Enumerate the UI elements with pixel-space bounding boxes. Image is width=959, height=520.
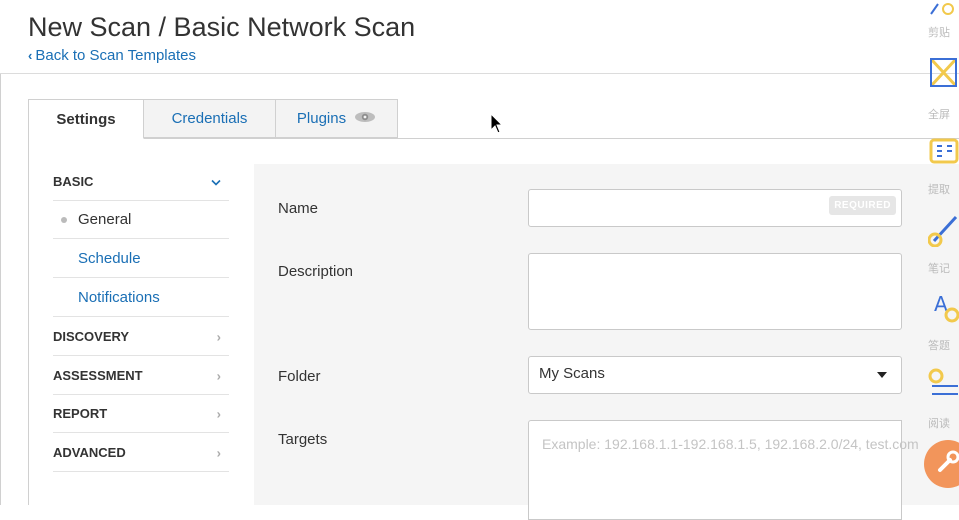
description-label: Description (278, 263, 354, 280)
sidebar-section-basic[interactable]: BASIC (53, 163, 229, 201)
toolbar-label: 剪贴 (928, 27, 950, 39)
folder-select-value: My Scans (539, 365, 605, 382)
tab-label: Credentials (171, 110, 248, 127)
content-left-border (0, 74, 1, 505)
tab-label: Plugins (296, 110, 347, 127)
name-label: Name (278, 200, 319, 217)
clip-icon[interactable] (928, 0, 959, 23)
sidebar-section-label: DISCOVERY (53, 329, 130, 344)
wrench-icon (934, 448, 959, 481)
bullet-icon (61, 216, 67, 223)
description-textarea[interactable] (528, 253, 902, 330)
reading-icon[interactable] (928, 366, 959, 405)
eye-icon (354, 110, 376, 127)
chevron-left-icon: ‹ (28, 48, 33, 63)
folder-select[interactable]: My Scans (528, 356, 902, 394)
chevron-right-icon: › (216, 406, 221, 421)
sidebar-item-label: Notifications (78, 289, 160, 306)
back-link-label: Back to Scan Templates (35, 47, 196, 64)
sidebar-section-assessment[interactable]: ASSESSMENT › (53, 357, 229, 395)
fullscreen-icon[interactable] (928, 56, 959, 95)
targets-label: Targets (278, 431, 328, 448)
page-title: New Scan / Basic Network Scan (28, 12, 416, 42)
folder-label: Folder (278, 368, 321, 385)
tab-plugins[interactable]: Plugins (275, 99, 398, 138)
name-input[interactable]: REQUIRED (528, 189, 902, 227)
sidebar-section-label: BASIC (53, 174, 94, 189)
targets-textarea[interactable]: Example: 192.168.1.1-192.168.1.5, 192.16… (528, 420, 919, 520)
toolbar-label: 答题 (928, 340, 950, 352)
toolbar-label: 提取 (928, 184, 950, 196)
mouse-cursor-icon (490, 112, 504, 140)
chevron-right-icon: › (216, 329, 221, 344)
toolbar-label: 阅读 (928, 418, 950, 430)
sidebar-section-advanced[interactable]: ADVANCED › (53, 434, 229, 472)
extract-text-icon[interactable] (928, 137, 959, 172)
header-divider (0, 73, 959, 74)
chevron-right-icon: › (216, 445, 221, 460)
panel-left-border (28, 138, 29, 505)
sidebar-section-label: ADVANCED (53, 445, 126, 460)
chevron-right-icon: › (216, 368, 221, 383)
toolbar-label: 笔记 (928, 263, 950, 275)
tab-credentials[interactable]: Credentials (143, 99, 276, 138)
tab-label: Settings (56, 110, 116, 128)
pencil-icon[interactable] (927, 213, 959, 252)
tab-settings[interactable]: Settings (28, 99, 144, 139)
required-badge: REQUIRED (829, 196, 896, 215)
sidebar-item-general[interactable]: General (53, 201, 229, 239)
sidebar-item-label: General (78, 211, 132, 228)
toolbar-label: 全屏 (928, 109, 950, 121)
targets-placeholder: Example: 192.168.1.1-192.168.1.5, 192.16… (542, 436, 919, 452)
answer-icon[interactable]: A (928, 289, 959, 328)
caret-down-icon (877, 372, 887, 378)
sidebar-section-report[interactable]: REPORT › (53, 395, 229, 433)
sidebar-section-label: ASSESSMENT (53, 368, 143, 383)
back-to-templates-link[interactable]: ‹ Back to Scan Templates (28, 47, 196, 64)
sidebar-item-schedule[interactable]: Schedule (53, 240, 229, 278)
sidebar-item-notifications[interactable]: Notifications (53, 279, 229, 317)
chevron-down-icon (211, 174, 221, 189)
sidebar-item-label: Schedule (78, 250, 141, 267)
sidebar-section-label: REPORT (53, 406, 108, 421)
sidebar-section-discovery[interactable]: DISCOVERY › (53, 318, 229, 356)
